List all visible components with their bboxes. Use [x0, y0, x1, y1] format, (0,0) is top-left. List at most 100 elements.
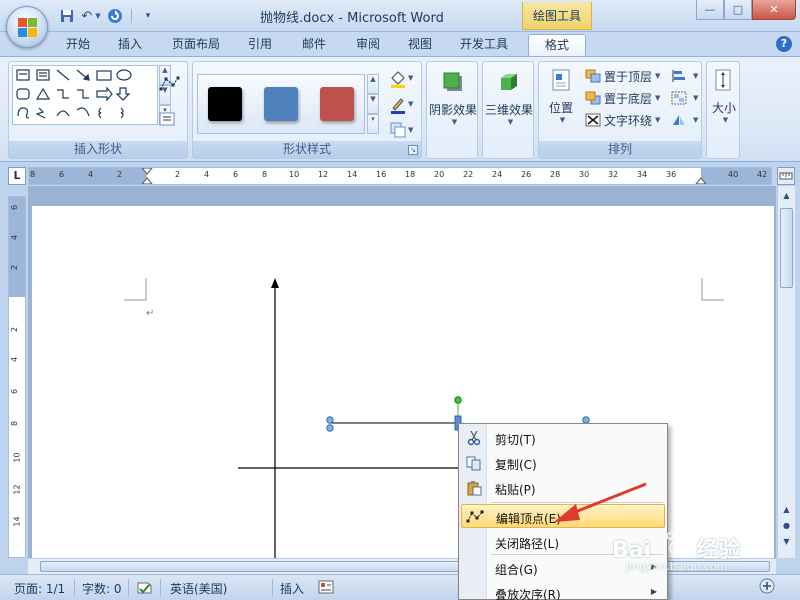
rotate-button[interactable]: ▼: [671, 110, 698, 130]
group-objects-button[interactable]: ▼: [671, 88, 698, 108]
tab-references[interactable]: 引用: [240, 34, 280, 56]
ruler-number: 34: [637, 170, 648, 179]
menu-item-close-path[interactable]: 关闭路径(L): [461, 530, 665, 554]
group-insert-shapes: ▲ ▼ ▾ 插入形状: [8, 61, 188, 159]
shape-outline-button[interactable]: ▼: [389, 96, 415, 117]
ruler-number: 10: [12, 452, 22, 463]
tab-mailings[interactable]: 邮件: [294, 34, 334, 56]
minimize-button[interactable]: —: [696, 0, 724, 20]
text-box-icon: [159, 112, 175, 126]
title-bar: ↶ ▼ ▾ 抛物线.docx - Microsoft Word 绘图工具 — □ …: [0, 0, 800, 32]
maximize-icon: □: [732, 3, 744, 16]
shape-fill-button[interactable]: ▼: [389, 70, 415, 91]
tab-page-layout[interactable]: 页面布局: [165, 34, 227, 56]
menu-item-order[interactable]: 叠放次序(R) ▶: [461, 581, 665, 600]
close-button[interactable]: ✕: [752, 0, 796, 20]
scroll-down-page-button[interactable]: ▼: [780, 536, 793, 548]
tab-home[interactable]: 开始: [58, 34, 98, 56]
maximize-button[interactable]: □: [724, 0, 752, 20]
zoom-in-icon: [759, 578, 775, 594]
vertical-scrollbar[interactable]: ▲ ▲ ● ▼: [777, 186, 795, 558]
menu-item-group[interactable]: 组合(G) ▶: [461, 556, 665, 580]
horizontal-ruler[interactable]: 8 6 4 2 2 4 6 8 10 12 14 16 18 20 22 24 …: [28, 167, 772, 185]
shadow-effects-button[interactable]: 阴影效果 ▼: [427, 70, 479, 126]
ruler-number: 2: [10, 326, 20, 333]
scroll-up-page-button[interactable]: ▲: [780, 504, 793, 516]
styles-scroll-down[interactable]: ▼: [367, 94, 379, 114]
menu-item-label: 叠放次序(R): [495, 588, 561, 600]
menu-item-cut[interactable]: 剪切(T): [461, 426, 665, 450]
customize-qat-button[interactable]: ▾: [137, 7, 159, 25]
send-to-back-button[interactable]: 置于底层 ▼: [585, 88, 660, 108]
size-button[interactable]: 大小 ▼: [707, 68, 741, 124]
status-words[interactable]: 字数: 0: [82, 580, 122, 597]
vertical-ruler[interactable]: 6 4 2 2 4 6 8 10 12 14: [8, 196, 26, 558]
tab-stop-selector[interactable]: L: [8, 167, 26, 185]
shape-styles-gallery[interactable]: [197, 74, 365, 134]
tab-format[interactable]: 格式: [528, 34, 586, 56]
tab-view[interactable]: 视图: [400, 34, 440, 56]
group-shape-styles: ▲ ▼ ▾ ▼ ▼ ▼ 形状样式 ↘: [192, 61, 422, 159]
ruler-number: 22: [463, 170, 474, 179]
status-insert-mode[interactable]: 插入: [280, 580, 304, 597]
status-language[interactable]: 英语(美国): [170, 580, 227, 597]
rotate-icon: [673, 115, 685, 125]
save-button[interactable]: [56, 7, 78, 25]
paragraph-mark: ↵: [146, 308, 154, 319]
style-swatch-blue[interactable]: [264, 87, 298, 121]
ruler-number: 12: [12, 484, 22, 495]
status-bar: 页面: 1/1 字数: 0 英语(美国) 插入: [0, 574, 800, 600]
style-swatch-red[interactable]: [320, 87, 354, 121]
align-icon: [672, 70, 685, 82]
select-browse-object-button[interactable]: ●: [780, 520, 793, 532]
status-separator: [74, 579, 75, 597]
group-arrange: 位置 ▼ 置于顶层 ▼ 置于底层 ▼ 文字环绕 ▼ ▼ ▼ ▼ 排列: [538, 61, 702, 159]
tab-developer[interactable]: 开发工具: [452, 34, 516, 56]
ribbon: ▲ ▼ ▾ 插入形状 ▲ ▼ ▾ ▼ ▼ ▼ 形状样式 ↘ 阴影效果 ▼ 三维效…: [0, 56, 800, 162]
styles-expand[interactable]: ▾: [367, 114, 379, 134]
annotation-arrow-icon: [554, 482, 647, 522]
group-size: 大小 ▼: [706, 61, 740, 159]
ruler-number: 4: [204, 170, 210, 179]
top-right-margin-mark: [701, 278, 724, 301]
window-title: 抛物线.docx - Microsoft Word: [260, 11, 444, 26]
office-button[interactable]: [6, 6, 48, 48]
change-shape-button[interactable]: ▼: [389, 120, 415, 141]
tab-review[interactable]: 审阅: [348, 34, 388, 56]
vertical-scroll-thumb[interactable]: [780, 208, 793, 288]
tab-insert[interactable]: 插入: [110, 34, 150, 56]
zoom-in-button[interactable]: [758, 577, 776, 598]
ruler-number: 2: [175, 170, 181, 179]
shape-styles-launcher[interactable]: ↘: [408, 145, 418, 155]
y-axis-arrow: [271, 278, 279, 288]
scroll-up-button[interactable]: ▲: [780, 190, 793, 202]
status-separator: [272, 579, 273, 597]
3d-effects-button[interactable]: 三维效果 ▼: [483, 70, 535, 126]
menu-item-copy[interactable]: 复制(C): [461, 451, 665, 475]
bring-to-front-label: 置于顶层: [604, 69, 653, 84]
close-icon: ✕: [769, 3, 779, 16]
redo-button[interactable]: [104, 7, 126, 25]
status-page[interactable]: 页面: 1/1: [14, 580, 65, 597]
view-ruler-button[interactable]: [777, 167, 795, 185]
text-wrapping-button[interactable]: 文字环绕 ▼: [585, 110, 660, 130]
indent-marker-icon[interactable]: [141, 168, 153, 184]
edit-shape-button[interactable]: [159, 76, 181, 95]
ruler-number: 6: [10, 388, 20, 395]
align-button[interactable]: ▼: [671, 66, 698, 86]
spelling-check-icon[interactable]: [136, 580, 154, 599]
send-to-back-label: 置于底层: [604, 91, 653, 106]
shapes-gallery[interactable]: [12, 65, 158, 125]
bring-to-front-button[interactable]: 置于顶层 ▼: [585, 66, 660, 86]
styles-scroll-up[interactable]: ▲: [367, 74, 379, 94]
3d-effects-label: 三维效果: [484, 103, 533, 117]
ruler-number: 24: [492, 170, 503, 179]
macro-record-icon[interactable]: [318, 580, 334, 597]
undo-button[interactable]: ↶ ▼: [80, 7, 102, 25]
text-box-button[interactable]: [159, 112, 175, 129]
group-label-insert-shapes: 插入形状: [9, 141, 187, 158]
right-indent-marker-icon[interactable]: [695, 176, 707, 184]
help-icon[interactable]: ?: [776, 36, 792, 52]
style-swatch-black[interactable]: [208, 87, 242, 121]
position-button[interactable]: 位置 ▼: [541, 68, 581, 124]
